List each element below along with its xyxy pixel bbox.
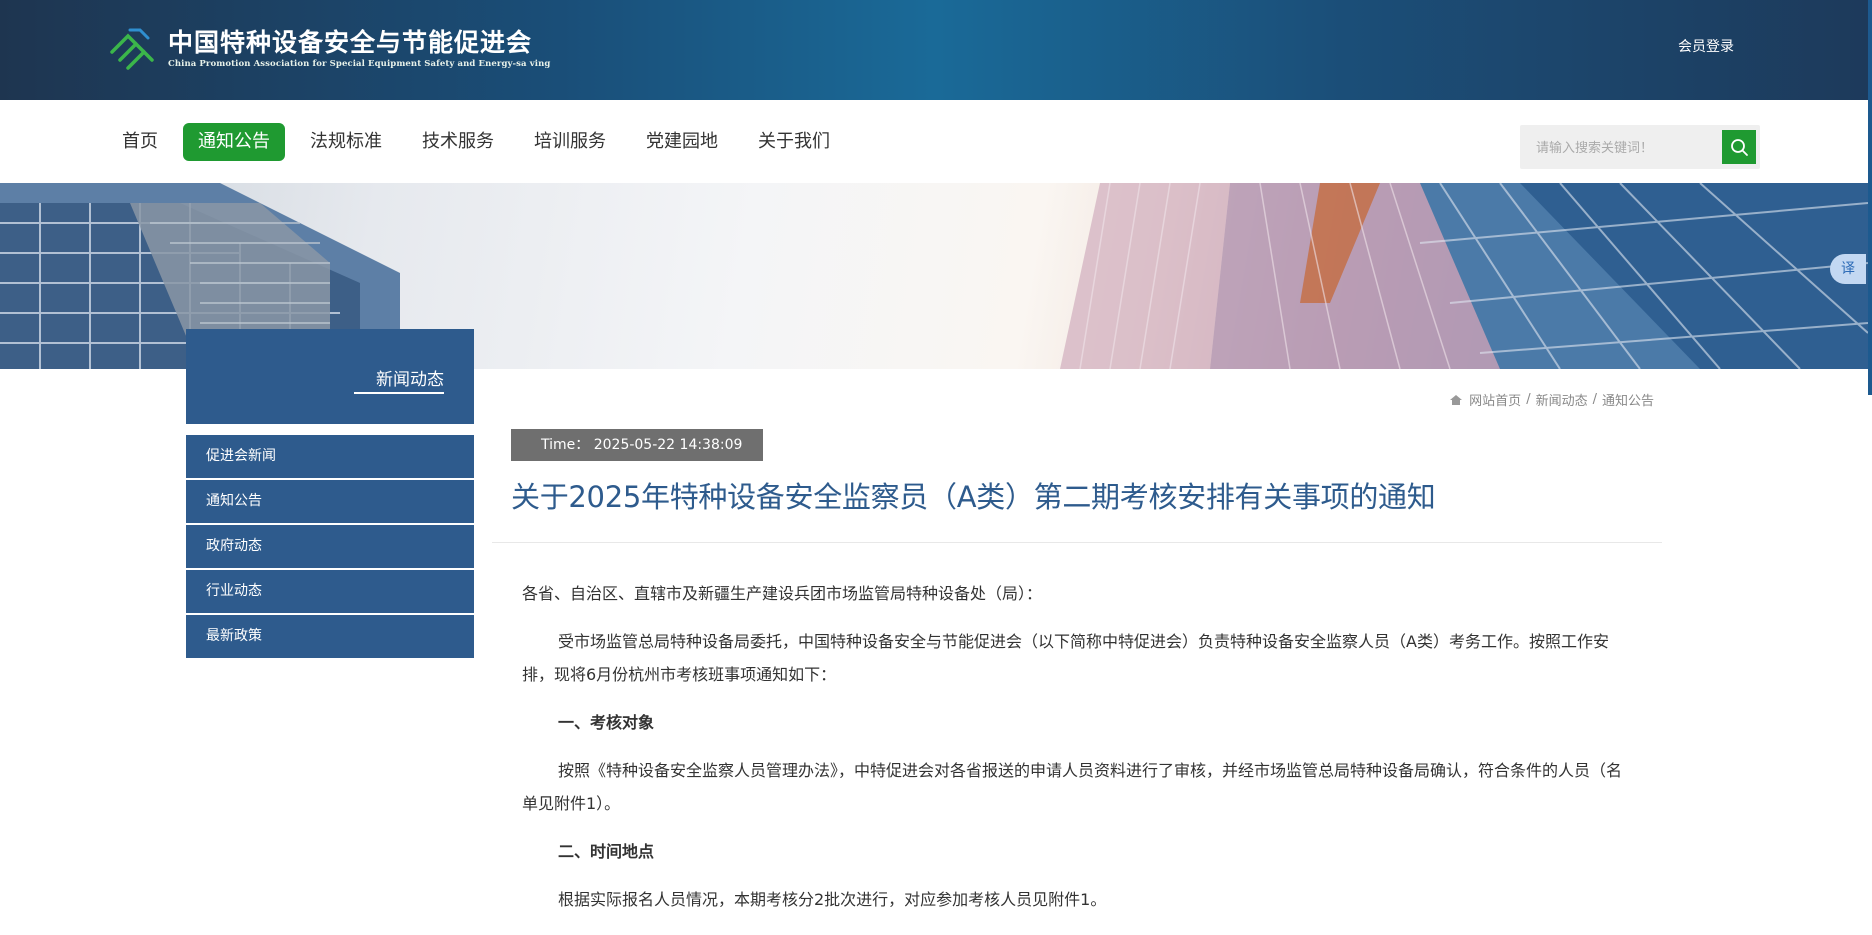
sidebar-menu: 促进会新闻 通知公告 政府动态 行业动态 最新政策 <box>186 435 474 660</box>
sidebar-item-1[interactable]: 通知公告 <box>186 480 474 525</box>
org-name-en: China Promotion Association for Special … <box>168 58 551 69</box>
article-body: 各省、自治区、直辖市及新疆生产建设兵团市场监管局特种设备处（局）： 受市场监管总… <box>522 577 1622 931</box>
article-paragraph: 各省、自治区、直辖市及新疆生产建设兵团市场监管局特种设备处（局）： <box>522 584 1043 603</box>
org-name-cn: 中国特种设备安全与节能促进会 <box>168 27 533 57</box>
article-title: 关于2025年特种设备安全监察员（A类）第二期考核安排有关事项的通知 <box>511 480 1436 514</box>
member-login-link[interactable]: 会员登录 <box>1678 36 1734 56</box>
nav-item-5[interactable]: 党建园地 <box>631 123 733 161</box>
sidebar-header: 新闻动态 <box>186 329 474 424</box>
search-icon <box>1731 139 1748 156</box>
sidebar-title-underline <box>354 392 444 394</box>
search-input[interactable] <box>1520 125 1728 171</box>
site-logo[interactable]: 中国特种设备安全与节能促进会 China Promotion Associati… <box>106 22 550 74</box>
breadcrumb: 网站首页 / 新闻动态 / 通知公告 <box>1449 390 1654 409</box>
site-header: 中国特种设备安全与节能促进会 China Promotion Associati… <box>0 0 1868 100</box>
page-scrollbar[interactable] <box>1868 0 1872 395</box>
search-button[interactable] <box>1722 130 1756 164</box>
breadcrumb-home[interactable]: 网站首页 <box>1469 390 1521 409</box>
title-divider <box>492 542 1662 543</box>
article-paragraph: 受市场监管总局特种设备局委托，中国特种设备安全与节能促进会（以下简称中特促进会）… <box>522 632 1609 684</box>
time-label: Time： <box>541 437 590 453</box>
breadcrumb-news[interactable]: 新闻动态 <box>1536 390 1588 409</box>
nav-item-6[interactable]: 关于我们 <box>743 123 845 161</box>
home-icon <box>1450 394 1463 405</box>
nav-item-2[interactable]: 法规标准 <box>295 123 397 161</box>
nav-item-3[interactable]: 技术服务 <box>407 123 509 161</box>
sidebar-title: 新闻动态 <box>376 370 444 390</box>
article-paragraph: 按照《特种设备安全监察人员管理办法》，中特促进会对各省报送的申请人员资料进行了审… <box>522 761 1623 813</box>
section-heading: 二、时间地点 <box>558 842 655 861</box>
sidebar-item-0[interactable]: 促进会新闻 <box>186 435 474 480</box>
search-box <box>1520 125 1760 171</box>
article-paragraph: 根据实际报名人员情况，本期考核分2批次进行，对应参加考核人员见附件1。 <box>558 890 1107 909</box>
nav-item-0[interactable]: 首页 <box>107 123 173 161</box>
breadcrumb-notices[interactable]: 通知公告 <box>1602 390 1654 409</box>
main-nav: 首页 通知公告 法规标准 技术服务 培训服务 党建园地 关于我们 <box>0 100 1868 183</box>
sidebar-item-4[interactable]: 最新政策 <box>186 615 474 660</box>
section-heading: 一、考核对象 <box>558 713 655 732</box>
sidebar-item-3[interactable]: 行业动态 <box>186 570 474 615</box>
translate-button[interactable]: 译 <box>1830 254 1866 284</box>
nav-item-4[interactable]: 培训服务 <box>519 123 621 161</box>
time-value: 2025-05-22 14:38:09 <box>593 437 743 453</box>
logo-icon <box>106 22 158 74</box>
article-timestamp: Time： 2025-05-22 14:38:09 <box>511 429 763 461</box>
sidebar-item-2[interactable]: 政府动态 <box>186 525 474 570</box>
nav-item-1[interactable]: 通知公告 <box>183 123 285 161</box>
